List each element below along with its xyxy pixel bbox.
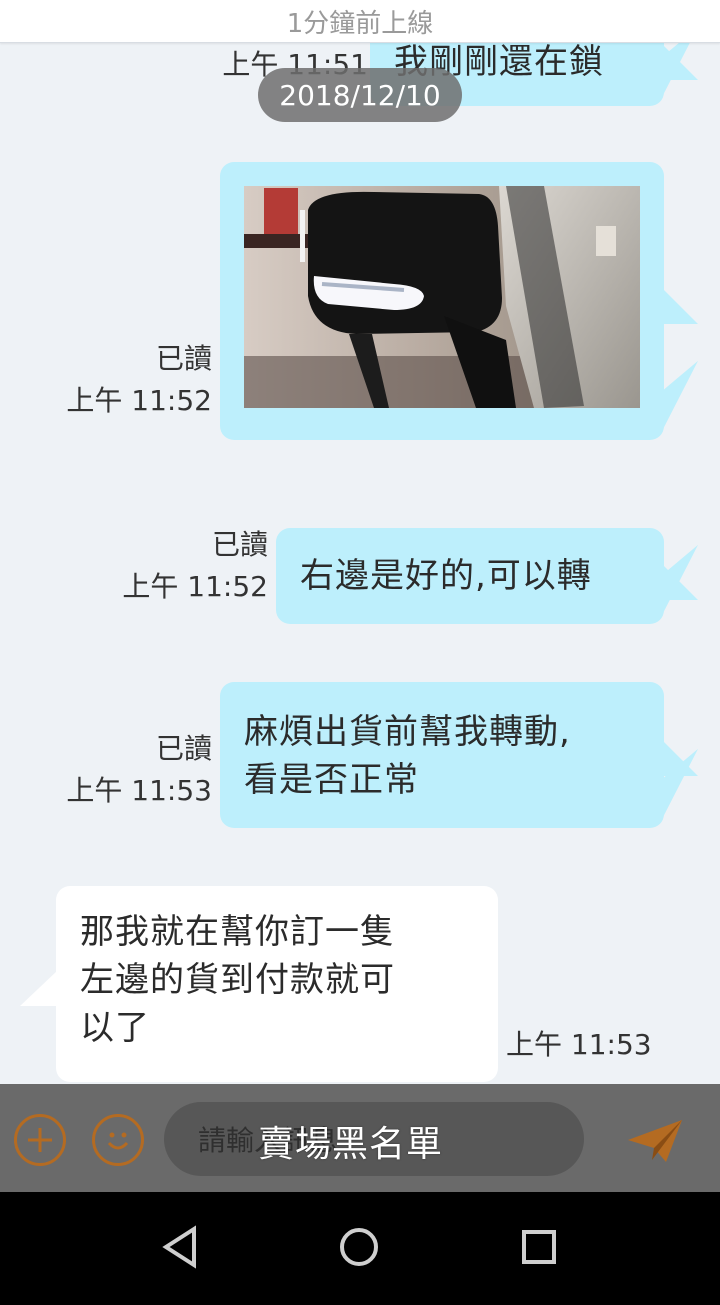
message-3-read: 已讀 <box>211 528 268 561</box>
message-5-text: 那我就在幫你訂一隻 左邊的貨到付款就可 以了 <box>80 912 395 1048</box>
message-2-time: 上午 11:52 <box>66 384 212 417</box>
message-4-bubble[interactable]: 麻煩出貨前幫我轉動, 看是否正常 <box>220 682 664 828</box>
message-4-meta: 已讀 上午 11:53 <box>40 728 212 812</box>
date-separator: 2018/12/10 <box>258 68 462 122</box>
message-5-meta: 上午 11:53 <box>506 1024 656 1066</box>
contact-status-bar: 1分鐘前上線 <box>0 0 720 43</box>
message-3-text: 右邊是好的,可以轉 <box>300 556 592 596</box>
message-4-time: 上午 11:53 <box>66 774 212 807</box>
side-mirror-photo[interactable] <box>244 186 640 408</box>
message-3-meta: 已讀 上午 11:52 <box>96 524 268 608</box>
message-3-bubble[interactable]: 右邊是好的,可以轉 <box>276 528 664 624</box>
home-circle-icon[interactable] <box>334 1222 384 1272</box>
message-4-text: 麻煩出貨前幫我轉動, 看是否正常 <box>244 712 571 800</box>
system-navigation-bar <box>0 1192 720 1305</box>
paper-plane-icon[interactable] <box>626 1118 684 1164</box>
watermark-text: 賣場黑名單 <box>258 1124 444 1165</box>
message-5-bubble[interactable]: 那我就在幫你訂一隻 左邊的貨到付款就可 以了 <box>56 886 498 1082</box>
side-mirror-image <box>244 186 640 408</box>
recents-square-icon[interactable] <box>514 1222 564 1272</box>
back-triangle-icon[interactable] <box>156 1222 206 1272</box>
message-4-read: 已讀 <box>155 732 212 765</box>
last-online-status: 1分鐘前上線 <box>286 8 434 39</box>
message-2-read: 已讀 <box>155 342 212 375</box>
smiley-icon[interactable] <box>92 1114 144 1166</box>
message-5-time: 上午 11:53 <box>506 1028 652 1061</box>
message-2-meta: 已讀 上午 11:52 <box>40 338 212 422</box>
message-3-time: 上午 11:52 <box>122 570 268 603</box>
plus-circle-icon[interactable] <box>14 1114 66 1166</box>
